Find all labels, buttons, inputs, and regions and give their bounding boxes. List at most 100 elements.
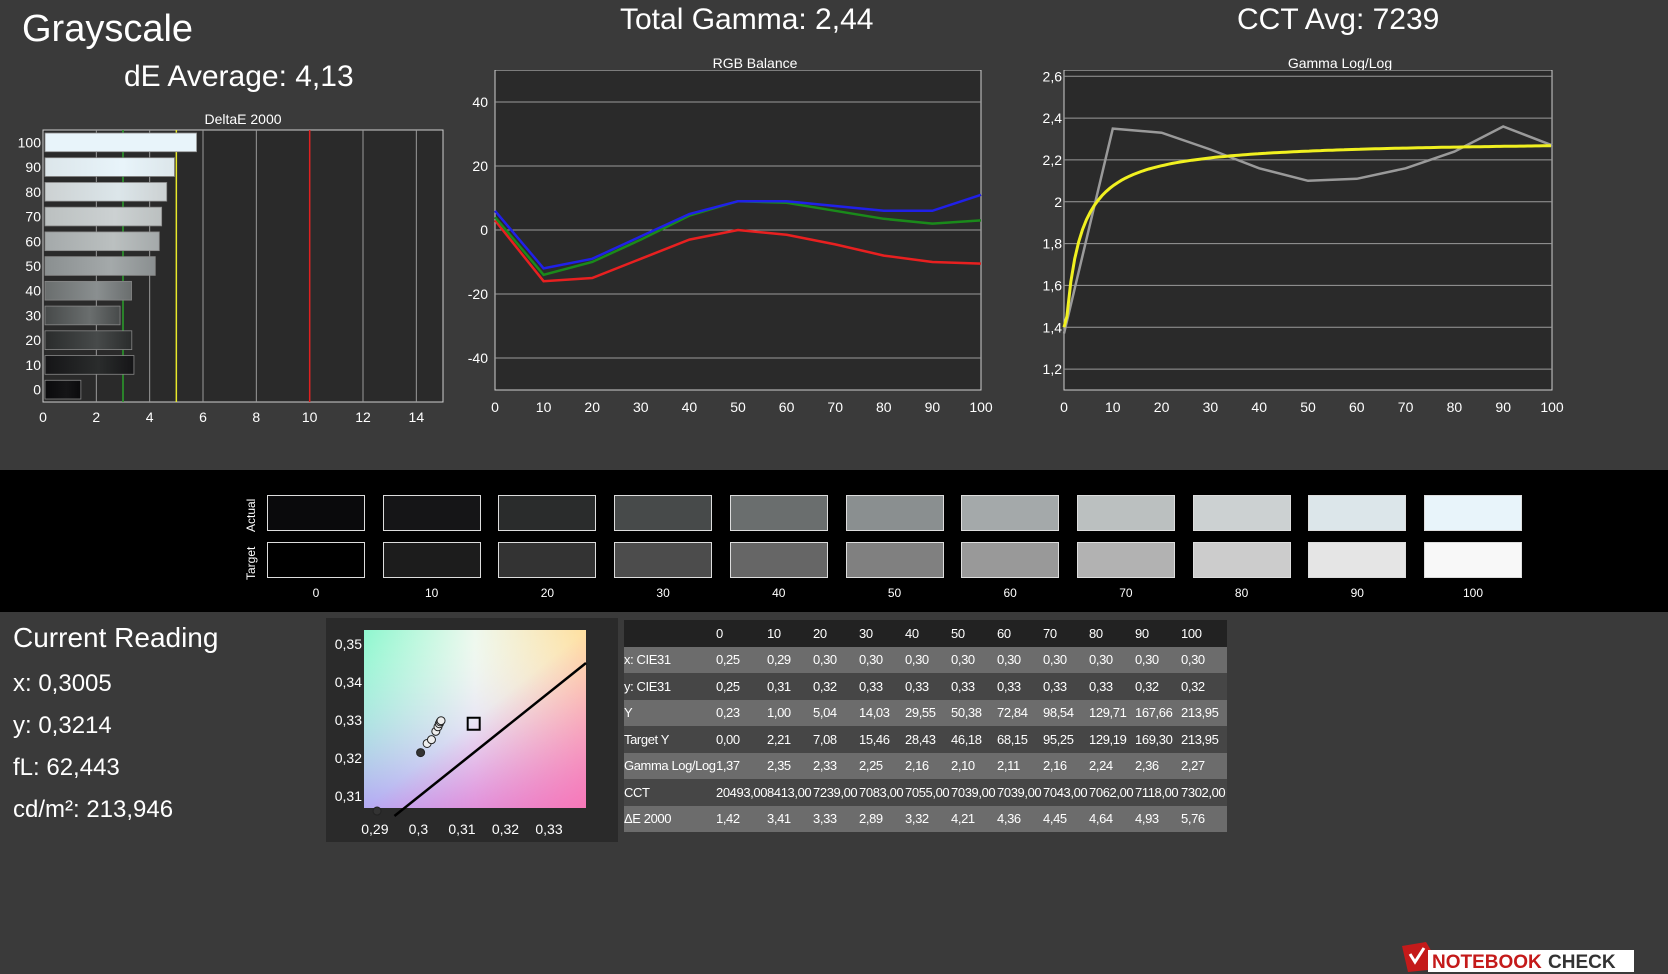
cie-y-tick: 0,34 [335, 674, 362, 690]
table-cell: 2,16 [1043, 758, 1067, 774]
cie-y-tick: 0,31 [335, 788, 362, 804]
table-cell: x: CIE31 [624, 652, 671, 668]
table-cell: 0,30 [859, 652, 883, 668]
table-cell: 2,16 [905, 758, 929, 774]
cie-chromaticity-chart: 0,29 0,3 0,31 0,32 0,33 0,31 0,32 0,33 0,34 0,35 [326, 618, 618, 842]
deltae-bar [44, 256, 156, 276]
table-cell: 0,33 [951, 678, 975, 694]
x-tick-label: 90 [925, 399, 941, 415]
table-cell: 0,25 [716, 652, 740, 668]
reading-x: x: 0,3005 [13, 670, 112, 697]
table-row: ΔE 2000 1,42 3,41 3,33 2,89 3,32 4,21 4,36 4,45 4… [624, 805, 1228, 832]
table-cell: 4,93 [1135, 811, 1159, 827]
cie-x-tick: 0,33 [535, 821, 562, 837]
table-cell: Gamma Log/Log [624, 758, 716, 774]
deltae-bar [44, 182, 168, 202]
table-cell: 29,55 [905, 705, 936, 721]
table-cell: 0,30 [1043, 652, 1067, 668]
swatch-label: 10 [425, 586, 439, 600]
table-cell: 7083,00 [859, 784, 904, 800]
table-cell: 3,32 [905, 811, 929, 827]
table-cell: 2,25 [859, 758, 883, 774]
actual-row-label: Actual [244, 498, 258, 532]
table-cell: 46,18 [951, 731, 982, 747]
table-cell: 8413,00 [767, 784, 812, 800]
x-tick-label: 10 [1105, 399, 1121, 415]
x-tick-label: 60 [779, 399, 795, 415]
table-cell: 2,10 [951, 758, 975, 774]
y-tick-label: 0 [480, 222, 488, 238]
table-cell: 4,21 [951, 811, 975, 827]
cie-y-tick: 0,32 [335, 750, 362, 766]
table-cell: 4,45 [1043, 811, 1067, 827]
table-cell: 2,21 [767, 731, 791, 747]
deltae-bar [44, 379, 82, 400]
deltae-bar [44, 280, 132, 301]
y-tick-label: 2,2 [1043, 152, 1063, 168]
table-cell: 14,03 [859, 705, 890, 721]
table-column-header: 20 [813, 625, 827, 641]
swatch-label: 40 [772, 586, 786, 600]
actual-swatch [382, 495, 481, 531]
cie-y-tick: 0,35 [335, 636, 362, 652]
table-cell: 3,33 [813, 811, 837, 827]
target-swatch [845, 542, 944, 578]
y-tick-label: 20 [472, 158, 488, 174]
x-tick-label: 20 [584, 399, 600, 415]
table-cell: 3,41 [767, 811, 791, 827]
table-cell: 129,71 [1089, 705, 1127, 721]
measured-point [372, 806, 382, 816]
deltae-y-tick: 20 [25, 332, 41, 348]
cie-x-tick: 0,31 [448, 821, 475, 837]
deltae-y-tick: 90 [25, 159, 41, 175]
table-cell: 5,04 [813, 705, 837, 721]
deltae-y-tick: 70 [25, 209, 41, 225]
table-column-header: 100 [1181, 625, 1202, 641]
table-cell: 7055,00 [905, 784, 950, 800]
swatch-label: 90 [1350, 586, 1364, 600]
y-tick-label: 1,4 [1043, 319, 1063, 335]
total-gamma: Total Gamma: 2,44 [620, 3, 874, 36]
swatch-label: 70 [1119, 586, 1133, 600]
swatch-label: 100 [1462, 586, 1484, 600]
table-cell: 50,38 [951, 705, 982, 721]
table-cell: 0,32 [1181, 678, 1205, 694]
cie-x-tick: 0,32 [492, 821, 519, 837]
target-swatch [961, 542, 1060, 578]
reading-y: y: 0,3214 [13, 712, 112, 739]
table-cell: 7039,00 [951, 784, 996, 800]
table-cell: 7302,00 [1181, 784, 1226, 800]
deltae-y-tick: 10 [25, 357, 41, 373]
target-swatch [1192, 542, 1291, 578]
table-cell: 0,00 [716, 731, 740, 747]
actual-swatch [1192, 495, 1291, 531]
deltae-x-tick: 8 [252, 409, 260, 425]
rgb-balance-title: RGB Balance [712, 55, 798, 71]
table-cell: 5,76 [1181, 811, 1205, 827]
target-row-label: Target [244, 546, 258, 580]
swatch-label: 20 [540, 586, 555, 600]
table-column-header: 90 [1135, 625, 1149, 641]
deltae-bar [44, 330, 133, 350]
target-swatch [267, 542, 365, 578]
table-cell: 0,33 [1089, 678, 1113, 694]
actual-swatch [614, 495, 713, 531]
table-cell: 0,32 [1135, 678, 1159, 694]
table-column-header: 10 [767, 625, 781, 641]
table-cell: 15,46 [859, 731, 890, 747]
table-cell: 0,23 [716, 705, 740, 721]
table-cell: 72,84 [997, 705, 1028, 721]
x-tick-label: 50 [1300, 399, 1316, 415]
y-tick-label: -20 [468, 286, 488, 302]
notebookcheck-logo: NOTEBOOK CHECK [1402, 942, 1634, 973]
table-column-header: 60 [997, 625, 1011, 641]
table-cell: 1,42 [716, 811, 740, 827]
table-cell: Y [624, 705, 633, 721]
measurement-table: 0 10 20 30 40 50 60 70 80 90 100 x: CIE31 0,25 0,29 0,… [624, 620, 1228, 832]
x-tick-label: 80 [1447, 399, 1463, 415]
table-cell: 0,31 [767, 678, 791, 694]
target-swatch [729, 542, 828, 578]
table-cell: 169,30 [1135, 731, 1173, 747]
deltae-y-tick: 0 [33, 382, 41, 398]
deltae-bar [44, 132, 198, 153]
